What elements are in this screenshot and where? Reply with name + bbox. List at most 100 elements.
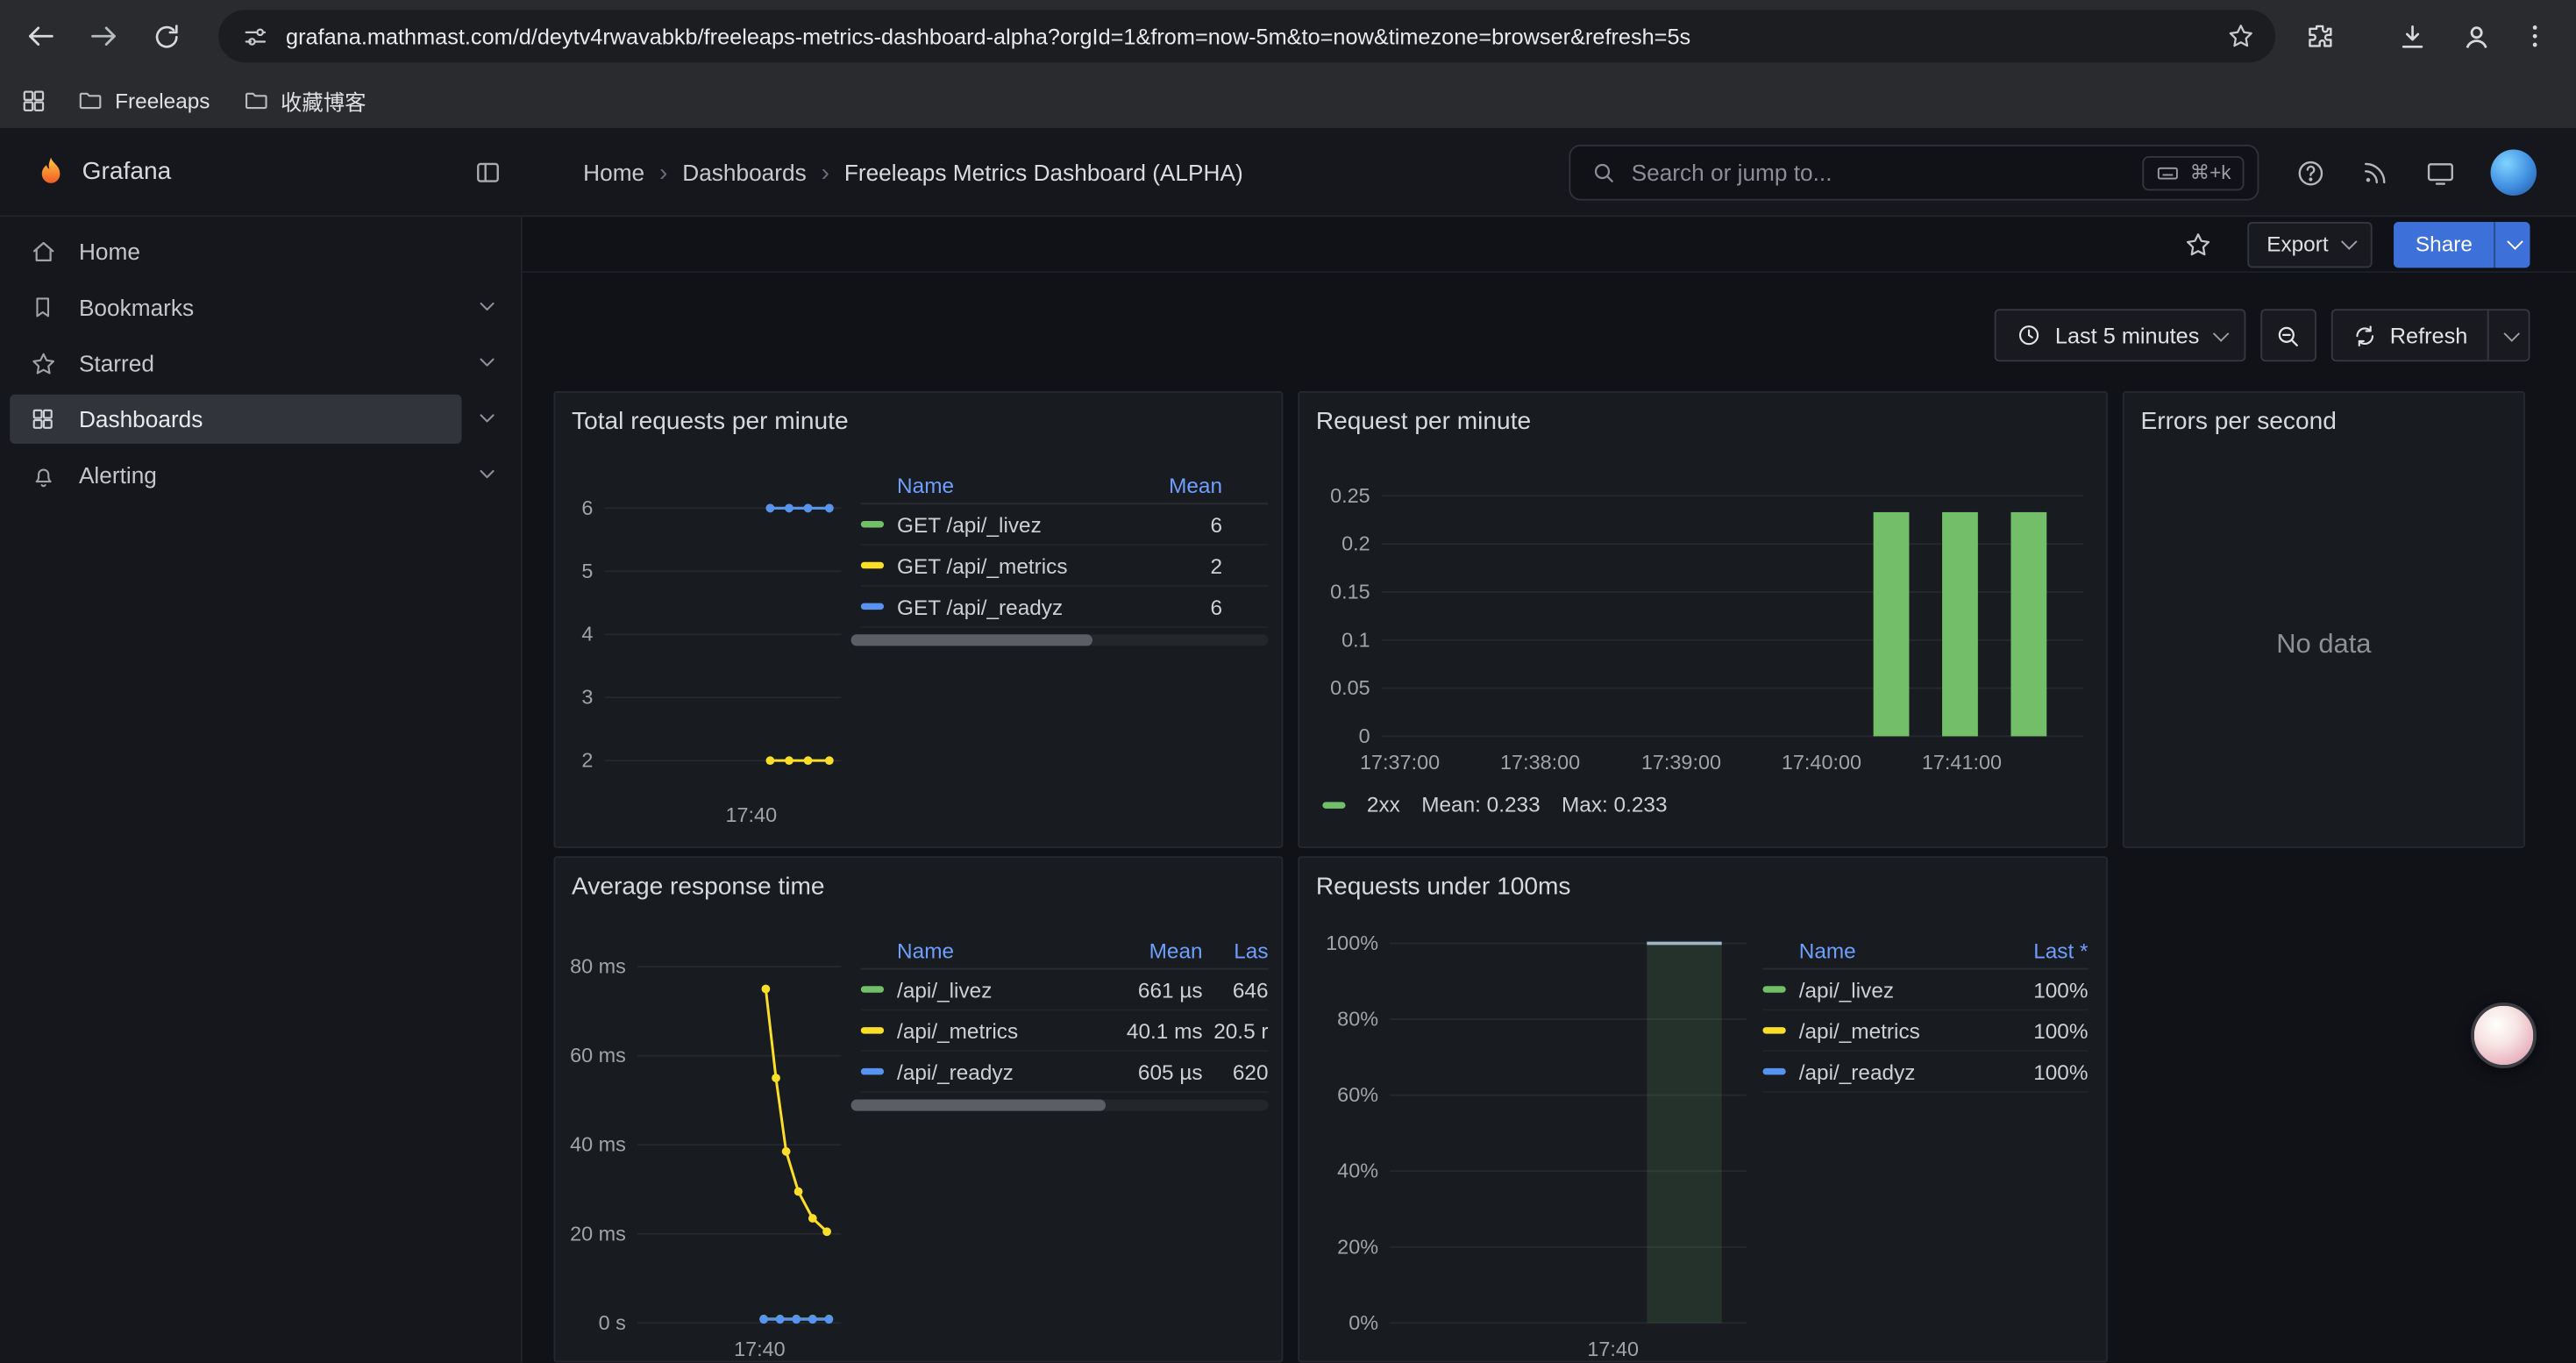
breadcrumb-dashboards[interactable]: Dashboards	[682, 160, 806, 186]
bookmark-folder-blog[interactable]: 收藏博客	[226, 78, 382, 123]
share-label[interactable]: Share	[2395, 221, 2494, 267]
user-avatar[interactable]	[2491, 150, 2537, 196]
series-name: GET /api/_readyz	[897, 594, 1153, 618]
legend-col-mean[interactable]: Mean	[1111, 938, 1203, 963]
scrollbar-thumb[interactable]	[851, 1100, 1106, 1111]
bookmark-folder-label: Freeleaps	[115, 88, 210, 112]
extensions-icon[interactable]	[2294, 10, 2346, 62]
chevron-down-icon[interactable]	[475, 350, 500, 375]
legend-col-mean[interactable]: Mean	[1153, 474, 1222, 498]
panel-title[interactable]: Average response time	[555, 858, 1281, 901]
time-range-picker[interactable]: Last 5 minutes	[1995, 309, 2245, 361]
svg-text:17:40:00: 17:40:00	[1782, 751, 1861, 774]
series-color-dash	[861, 986, 884, 992]
legend-row[interactable]: /api/_metrics 100%	[1763, 1010, 2089, 1052]
panel-title[interactable]: Total requests per minute	[555, 393, 1281, 436]
chevron-down-icon	[2342, 233, 2359, 250]
series-last: 100%	[1983, 1018, 2089, 1043]
site-settings-icon[interactable]	[241, 22, 269, 50]
legend-row[interactable]: /api/_readyz 100%	[1763, 1052, 2089, 1093]
zoom-out-button[interactable]	[2260, 309, 2316, 361]
series-mean: 6	[1153, 594, 1222, 618]
share-button[interactable]: Share	[2395, 221, 2530, 267]
legend-col-name[interactable]: Name	[1763, 938, 1983, 963]
refresh-interval-button[interactable]	[2487, 309, 2530, 361]
grafana-logo-icon[interactable]	[32, 154, 68, 190]
legend-row[interactable]: /api/_livez 100%	[1763, 969, 2089, 1010]
export-button[interactable]: Export	[2247, 221, 2373, 267]
legend-col-name[interactable]: Name	[861, 938, 1111, 963]
downloads-icon[interactable]	[2386, 10, 2438, 62]
legend-col-last[interactable]: Last *	[1983, 938, 2089, 963]
legend-row[interactable]: GET /api/_metrics 2	[861, 546, 1269, 587]
panel-title[interactable]: Request per minute	[1299, 393, 2106, 436]
requests-under-100ms-chart[interactable]: 100%80%60%40%20%0%17:40	[1313, 931, 1760, 1363]
legend-col-last[interactable]: Las	[1203, 938, 1269, 963]
legend-table: Name Last * /api/_livez 100% /api/_metri…	[1763, 933, 2089, 1093]
reload-icon[interactable]	[138, 8, 194, 64]
panel-title[interactable]: Requests under 100ms	[1299, 858, 2106, 901]
profile-icon[interactable]	[2450, 10, 2502, 62]
series-color-dash	[1763, 1027, 1786, 1033]
average-response-time-chart[interactable]: 80 ms60 ms40 ms20 ms0 s17:40	[568, 931, 850, 1363]
panel-title[interactable]: Errors per second	[2124, 393, 2523, 436]
legend[interactable]: 2xx Mean: 0.233 Max: 0.233	[1322, 792, 1667, 817]
legend-scrollbar[interactable]	[851, 1100, 1269, 1111]
sidebar-item-dashboards[interactable]: Dashboards	[0, 391, 521, 447]
browser-menu-icon[interactable]	[2508, 10, 2561, 62]
refresh-icon	[2352, 323, 2377, 347]
legend-header[interactable]: Name Mean	[861, 468, 1269, 504]
legend-header[interactable]: Name Last *	[1763, 933, 2089, 969]
chevron-down-icon[interactable]	[475, 294, 500, 318]
legend-row[interactable]: GET /api/_readyz 6	[861, 587, 1269, 628]
svg-text:0.25: 0.25	[1330, 484, 1370, 507]
legend-col-name[interactable]: Name	[861, 474, 1154, 498]
legend-row[interactable]: GET /api/_livez 6	[861, 504, 1269, 546]
dock-sidebar-icon[interactable]	[473, 158, 503, 188]
omnibox[interactable]	[218, 10, 2275, 62]
bell-icon	[30, 461, 60, 489]
svg-text:17:40: 17:40	[1587, 1338, 1639, 1360]
sidebar-item-home[interactable]: Home	[0, 224, 521, 280]
sidebar-item-starred[interactable]: Starred	[0, 335, 521, 391]
dashboard-content: Export Share Last 5 minutes	[523, 217, 2576, 1362]
svg-text:100%: 100%	[1326, 931, 1378, 954]
legend-row[interactable]: /api/_livez 661 µs 646	[861, 969, 1269, 1010]
legend-row[interactable]: /api/_readyz 605 µs 620	[861, 1052, 1269, 1093]
screen: Freeleaps 收藏博客 Grafana Home › Dashboards…	[0, 0, 2576, 1362]
back-icon[interactable]	[13, 8, 69, 64]
chevron-down-icon[interactable]	[475, 462, 500, 487]
legend-scrollbar[interactable]	[851, 634, 1269, 646]
svg-text:0.15: 0.15	[1330, 580, 1370, 603]
series-mean: 6	[1153, 512, 1222, 537]
legend-header[interactable]: Name Mean Las	[861, 933, 1269, 969]
bookmark-folder-freeleaps[interactable]: Freeleaps	[60, 81, 226, 120]
apps-grid-icon[interactable]	[19, 86, 47, 114]
series-last: 646	[1203, 977, 1269, 1002]
search-box[interactable]: ⌘+k	[1569, 145, 2259, 201]
favorite-star-icon[interactable]	[2183, 229, 2213, 259]
refresh-button[interactable]: Refresh	[2330, 309, 2488, 361]
legend-row[interactable]: /api/_metrics 40.1 ms 20.5 r	[861, 1010, 1269, 1052]
monitor-icon[interactable]	[2425, 157, 2457, 189]
breadcrumb-home[interactable]: Home	[583, 160, 644, 186]
series-mean: 605 µs	[1111, 1060, 1203, 1084]
news-rss-icon[interactable]	[2361, 158, 2391, 188]
series-mean: Mean: 0.233	[1421, 792, 1540, 817]
sidebar-item-alerting[interactable]: Alerting	[0, 447, 521, 503]
sidebar-item-bookmarks[interactable]: Bookmarks	[0, 280, 521, 336]
assistant-avatar[interactable]	[2471, 1003, 2537, 1068]
svg-text:80 ms: 80 ms	[570, 955, 626, 978]
svg-text:17:40: 17:40	[734, 1338, 786, 1360]
scrollbar-thumb[interactable]	[851, 634, 1093, 646]
forward-icon[interactable]	[75, 8, 132, 64]
share-menu-button[interactable]	[2494, 221, 2530, 267]
total-requests-chart[interactable]: 6543217:40	[568, 467, 850, 831]
bookmark-star-icon[interactable]	[2226, 21, 2256, 51]
request-per-minute-chart[interactable]: 0.250.20.150.10.05017:37:0017:38:0017:39…	[1313, 467, 2096, 779]
url-input[interactable]	[286, 24, 2226, 48]
chevron-down-icon[interactable]	[475, 406, 500, 431]
help-icon[interactable]	[2295, 157, 2327, 189]
svg-text:60%: 60%	[1337, 1083, 1378, 1106]
search-input[interactable]	[1632, 160, 2143, 186]
